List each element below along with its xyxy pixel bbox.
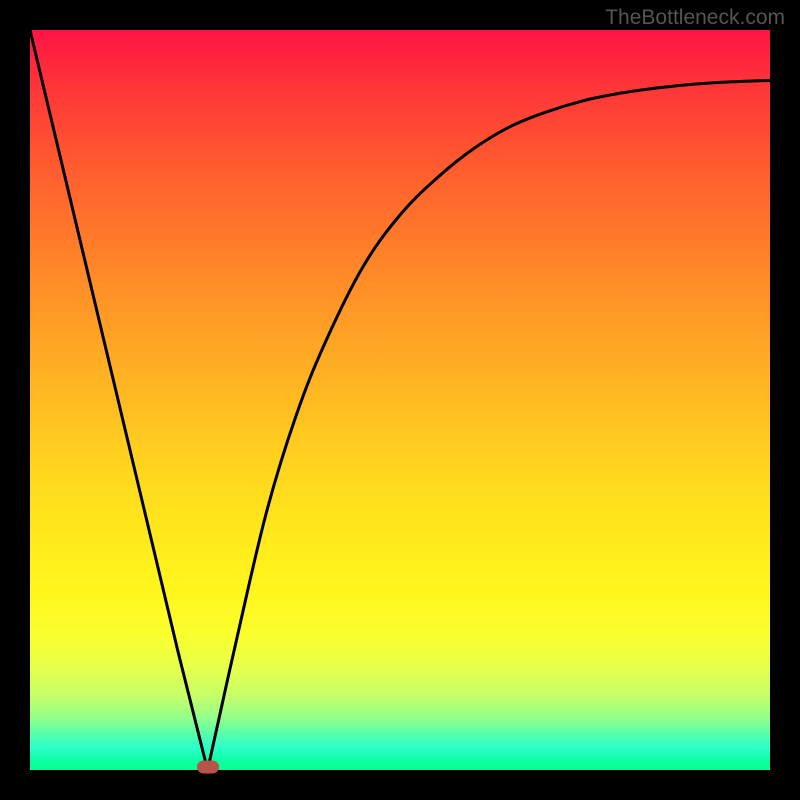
chart-container: TheBottleneck.com xyxy=(0,0,800,800)
optimal-point-marker xyxy=(197,761,219,774)
watermark-text: TheBottleneck.com xyxy=(605,6,785,30)
plot-area xyxy=(30,30,770,770)
bottleneck-curve xyxy=(30,30,770,770)
curve-svg xyxy=(30,30,770,770)
